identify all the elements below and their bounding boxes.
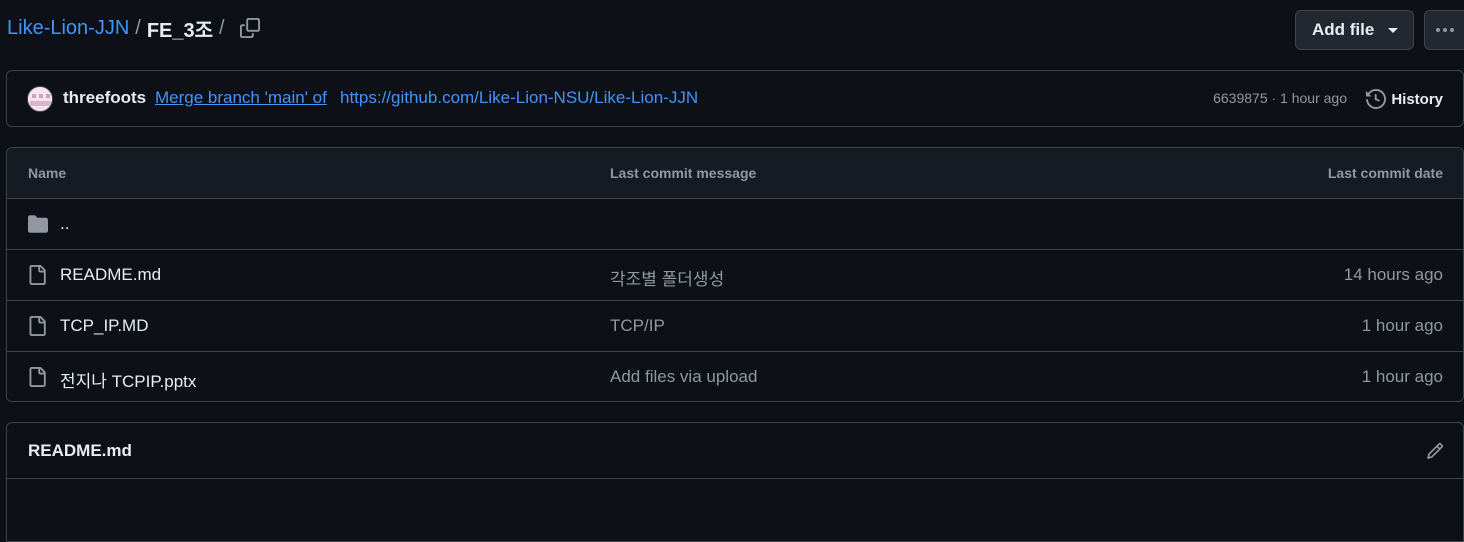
history-label: History [1391, 90, 1443, 108]
commit-sha-time[interactable]: 6639875 · 1 hour ago [1213, 90, 1347, 106]
copy-icon [240, 18, 260, 38]
add-file-button[interactable]: Add file [1295, 10, 1414, 50]
edit-readme-button[interactable] [1423, 439, 1447, 463]
readme-panel: README.md [6, 422, 1464, 542]
table-header: Name Last commit message Last commit dat… [7, 148, 1463, 199]
file-commit-message[interactable]: 각조별 폴더생성 [610, 265, 724, 290]
avatar[interactable] [27, 86, 53, 112]
file-commit-date: 14 hours ago [1343, 265, 1443, 284]
add-file-label: Add file [1312, 20, 1375, 39]
more-options-button[interactable] [1424, 10, 1464, 50]
latest-commit-bar: threefoots Merge branch 'main' of https:… [6, 70, 1464, 127]
table-row[interactable]: README.md 각조별 폴더생성 14 hours ago [7, 250, 1463, 301]
table-row[interactable]: 전지나 TCPIP.pptx Add files via upload 1 ho… [7, 352, 1463, 401]
breadcrumb-separator: / [135, 16, 141, 39]
file-commit-date: 1 hour ago [1361, 367, 1443, 386]
column-header-message: Last commit message [610, 165, 757, 181]
history-icon [1366, 89, 1387, 109]
file-commit-message[interactable]: TCP/IP [610, 316, 665, 336]
breadcrumb-current-folder: FE_3조 [146, 19, 214, 42]
readme-header: README.md [7, 423, 1463, 479]
commit-author-link[interactable]: threefoots [63, 88, 146, 108]
breadcrumb: Like-Lion-JJN / FE_3조 / [7, 14, 231, 42]
column-header-date: Last commit date [1327, 165, 1443, 181]
file-name[interactable]: TCP_IP.MD [60, 316, 149, 336]
repo-topbar: Like-Lion-JJN / FE_3조 / Add file [0, 0, 1464, 60]
pencil-icon [1427, 443, 1443, 459]
folder-icon [28, 215, 48, 233]
commit-message-url[interactable]: https://github.com/Like-Lion-NSU/Like-Li… [340, 88, 698, 108]
kebab-horizontal-icon [1435, 28, 1454, 32]
copy-path-button[interactable] [236, 14, 264, 42]
commit-message-link[interactable]: Merge branch 'main' of [155, 88, 327, 108]
breadcrumb-repo-link[interactable]: Like-Lion-JJN [7, 17, 129, 40]
table-row[interactable]: TCP_IP.MD TCP/IP 1 hour ago [7, 301, 1463, 352]
file-commit-date: 1 hour ago [1361, 316, 1443, 335]
history-button[interactable]: History [1366, 85, 1443, 113]
file-icon [29, 316, 46, 336]
avatar-image-icon [28, 87, 52, 111]
file-table: Name Last commit message Last commit dat… [6, 147, 1464, 402]
file-name[interactable]: 전지나 TCPIP.pptx [60, 367, 196, 392]
breadcrumb-trailing-separator: / [219, 16, 225, 39]
file-name[interactable]: README.md [60, 265, 161, 285]
file-name[interactable]: .. [60, 214, 69, 234]
triangle-down-icon [1388, 28, 1398, 33]
table-row-parent-dir[interactable]: .. [7, 199, 1463, 250]
file-commit-message[interactable]: Add files via upload [610, 367, 757, 387]
column-header-name: Name [28, 165, 67, 181]
readme-title[interactable]: README.md [28, 441, 132, 461]
file-icon [29, 265, 46, 285]
file-icon [29, 367, 46, 387]
